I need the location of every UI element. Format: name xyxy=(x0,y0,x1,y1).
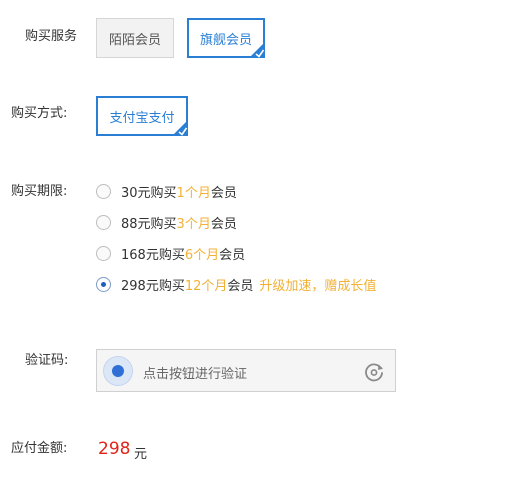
refresh-icon[interactable] xyxy=(363,361,385,383)
method-option-label: 支付宝支付 xyxy=(109,110,175,126)
purchase-method-label: 购买方式: xyxy=(11,106,68,121)
method-option-alipay[interactable]: 支付宝支付 xyxy=(96,96,188,136)
period-suffix: 会员 xyxy=(227,278,254,294)
period-bonus-note: 升级加速，赠成长值 xyxy=(259,278,377,294)
period-option-1-month[interactable]: 30元购买 1个月 会员 xyxy=(96,182,237,201)
service-option-label: 旗舰会员 xyxy=(199,32,252,48)
purchase-service-label: 购买服务 xyxy=(25,29,78,44)
payment-currency-unit: 元 xyxy=(134,447,148,462)
period-duration: 6个月 xyxy=(184,247,220,263)
captcha-knob-icon xyxy=(103,356,133,386)
period-price: 168元购买 xyxy=(121,247,185,263)
period-price: 88元购买 xyxy=(121,216,177,232)
radio-button[interactable] xyxy=(96,245,111,261)
captcha-verify-button[interactable]: 点击按钮进行验证 xyxy=(96,349,396,392)
radio-button-selected[interactable] xyxy=(96,276,111,292)
period-option-6-months[interactable]: 168元购买 6个月 会员 xyxy=(96,244,246,263)
payment-amount-label: 应付金额: xyxy=(11,441,68,456)
period-price: 298元购买 xyxy=(121,278,185,294)
period-option-3-months[interactable]: 88元购买 3个月 会员 xyxy=(96,213,237,232)
period-duration: 1个月 xyxy=(176,185,211,201)
radio-button[interactable] xyxy=(96,183,111,199)
period-suffix: 会员 xyxy=(210,185,237,201)
selected-check-icon xyxy=(249,42,265,58)
captcha-prompt: 点击按钮进行验证 xyxy=(143,367,248,382)
radio-button[interactable] xyxy=(96,214,111,230)
captcha-label: 验证码: xyxy=(25,353,69,368)
purchase-period-label: 购买期限: xyxy=(11,184,68,199)
service-option-flagship-member[interactable]: 旗舰会员 xyxy=(187,18,265,58)
payment-amount-value: 298 xyxy=(98,439,131,459)
period-suffix: 会员 xyxy=(210,216,237,232)
period-duration: 3个月 xyxy=(176,216,211,232)
period-price: 30元购买 xyxy=(121,185,177,201)
selected-check-icon xyxy=(172,120,188,136)
period-duration: 12个月 xyxy=(184,278,228,294)
service-option-momo-member[interactable]: 陌陌会员 xyxy=(96,18,174,58)
service-option-label: 陌陌会员 xyxy=(108,32,161,48)
period-suffix: 会员 xyxy=(219,247,246,263)
period-option-12-months[interactable]: 298元购买 12个月 会员 升级加速，赠成长值 xyxy=(96,275,377,294)
